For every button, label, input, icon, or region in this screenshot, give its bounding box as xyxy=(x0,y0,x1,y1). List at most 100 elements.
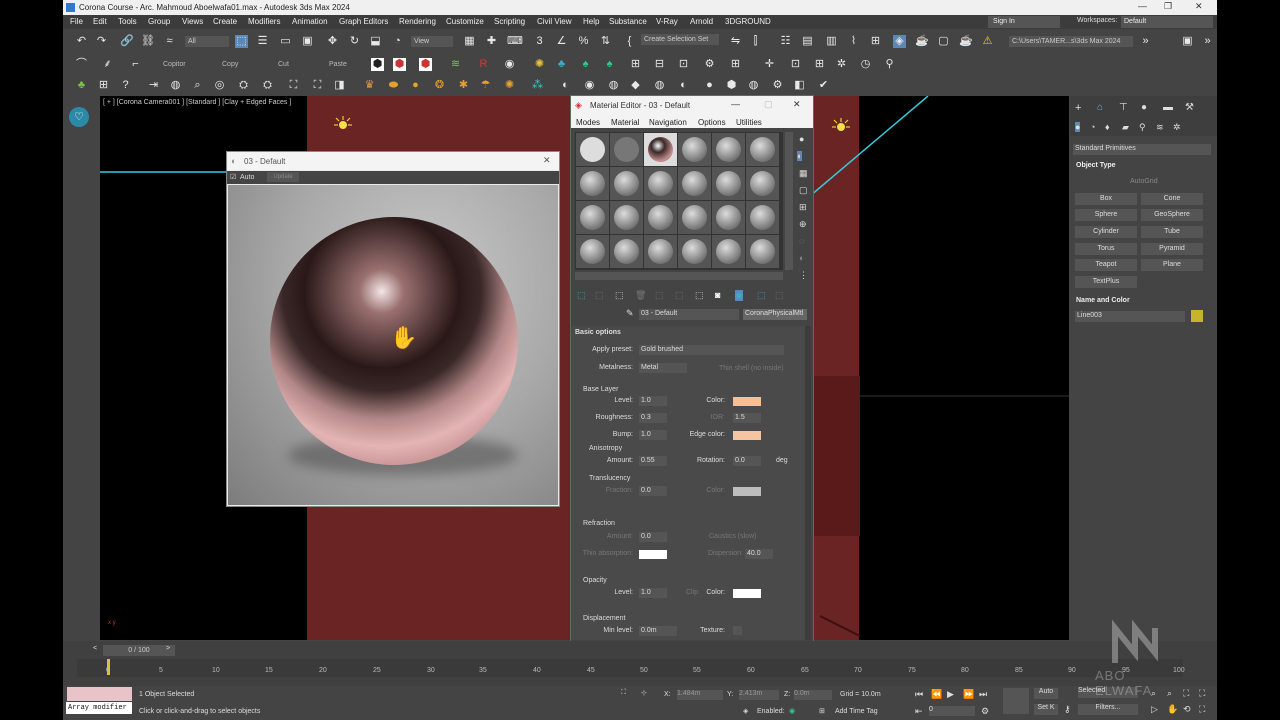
placement-icon[interactable]: ◔ xyxy=(391,35,404,48)
tool-e-icon[interactable]: ⌕ xyxy=(191,79,204,92)
lamp-icon[interactable]: ♛ xyxy=(363,79,376,92)
absolute-mode-icon[interactable]: ⊹ xyxy=(641,689,647,697)
clock-tool-icon[interactable]: ◷ xyxy=(859,58,872,71)
layer-tool-icon[interactable]: ≋ xyxy=(449,58,462,71)
maximize-viewport-icon[interactable]: ⛶ xyxy=(1199,704,1205,715)
show-end-result-icon[interactable]: ⬚ xyxy=(757,290,766,301)
pan-icon[interactable]: ✋ xyxy=(1167,704,1178,715)
grid-tool-4-icon[interactable]: ⊞ xyxy=(813,58,826,71)
material-slot[interactable] xyxy=(712,201,745,234)
lamp-5-icon[interactable]: ✱ xyxy=(457,79,470,92)
roughness-spinner[interactable]: 0.3 xyxy=(639,413,667,423)
workspaces-dropdown[interactable]: Default xyxy=(1121,16,1213,28)
menu-customize[interactable]: Customize xyxy=(446,17,484,26)
tool-w-icon[interactable]: ◧ xyxy=(793,79,806,92)
lights-icon[interactable]: ♦ xyxy=(1105,122,1110,132)
add-time-tag-button[interactable]: Add Time Tag xyxy=(835,708,878,715)
tool-d-icon[interactable]: ◍ xyxy=(169,79,182,92)
tool-icon[interactable]: ⸙ xyxy=(101,58,114,71)
material-preview-window[interactable]: ◐ 03 - Default ✕ ☑ Auto Update ✋ xyxy=(226,151,560,507)
tool-a-icon[interactable]: ♣ xyxy=(75,79,88,92)
object-color-swatch[interactable] xyxy=(1191,310,1203,322)
layer-explorer-icon[interactable]: ▤ xyxy=(801,35,814,48)
helpers-icon[interactable]: ⚲ xyxy=(1139,122,1146,133)
key-filters-button[interactable]: Filters... xyxy=(1078,704,1138,715)
params-scrollbar[interactable] xyxy=(805,326,811,640)
thin-absorption-swatch[interactable] xyxy=(639,550,667,559)
material-slot[interactable] xyxy=(576,167,609,200)
modify-tab-icon[interactable]: ⌂ xyxy=(1097,102,1103,113)
tool-g-icon[interactable]: ⛭ xyxy=(237,79,250,92)
material-slot[interactable] xyxy=(644,201,677,234)
menu-group[interactable]: Group xyxy=(148,17,170,26)
rb-tool-icon[interactable]: R xyxy=(477,58,490,71)
lamp-2-icon[interactable]: ⬬ xyxy=(387,79,400,92)
tool-c-icon[interactable]: ⇥ xyxy=(147,79,160,92)
me-menu-navigation[interactable]: Navigation xyxy=(649,118,687,127)
set-key-big-button[interactable] xyxy=(1003,688,1029,714)
tool-x-icon[interactable]: ✔ xyxy=(817,79,830,92)
ribbon-icon[interactable]: ▥ xyxy=(825,35,838,48)
project-path-dropdown[interactable]: C:\Users\TAMER...s\3ds Max 2024 xyxy=(1009,36,1133,47)
layout-tool-icon[interactable]: ⊞ xyxy=(729,58,742,71)
select-by-name-icon[interactable]: ☰ xyxy=(256,35,269,48)
trans-color-swatch[interactable] xyxy=(733,487,761,496)
viewport-nav-icon[interactable]: ♡ xyxy=(69,107,89,127)
box-button[interactable]: Box xyxy=(1075,193,1137,205)
motion-tab-icon[interactable]: ● xyxy=(1141,102,1147,113)
tool-b-icon[interactable]: ⊞ xyxy=(97,79,110,92)
video-check-icon[interactable]: ⊞ xyxy=(799,202,807,213)
minimize-button[interactable]: — xyxy=(1138,1,1147,11)
me-close-button[interactable]: ✕ xyxy=(793,99,801,110)
material-slot[interactable] xyxy=(576,201,609,234)
adaptive-degradation-icon[interactable]: ◈ xyxy=(743,707,748,715)
sample-type-icon[interactable]: ● xyxy=(799,134,804,144)
named-selection-dropdown[interactable]: Create Selection Set xyxy=(641,34,719,45)
tool-v-icon[interactable]: ⚙ xyxy=(771,79,784,92)
menu-help[interactable]: Help xyxy=(583,17,599,26)
menu-create[interactable]: Create xyxy=(213,17,237,26)
material-slot[interactable] xyxy=(678,133,711,166)
enabled-toggle-icon[interactable]: ◉ xyxy=(789,707,795,715)
me-menu-modes[interactable]: Modes xyxy=(576,118,600,127)
tool-k-icon[interactable]: ◨ xyxy=(333,79,346,92)
texture-slot[interactable] xyxy=(733,626,742,635)
close-button[interactable]: ✕ xyxy=(1195,1,1203,12)
viewport-label[interactable]: [ + ] [Corona Camera001 ] [Standard ] [C… xyxy=(103,99,291,106)
put-to-scene-icon[interactable]: ⬚ xyxy=(595,290,604,301)
lamp-4-icon[interactable]: ❂ xyxy=(433,79,446,92)
tool-r-icon[interactable]: ◐ xyxy=(677,79,690,92)
tool-q-icon[interactable]: ◍ xyxy=(653,79,666,92)
copitor-label[interactable]: Copitor xyxy=(163,61,186,68)
go-to-end-icon[interactable]: ⏭ xyxy=(979,689,987,700)
spacewarps-icon[interactable]: ≋ xyxy=(1156,122,1164,133)
material-slot[interactable] xyxy=(746,201,779,234)
tool-l-icon[interactable]: ⁂ xyxy=(531,79,544,92)
script-tool-icon[interactable]: ⬢ xyxy=(371,58,384,71)
rotate-icon[interactable]: ↻ xyxy=(348,35,361,48)
amount-spinner[interactable]: 0.55 xyxy=(639,456,667,466)
slider-next-icon[interactable]: > xyxy=(166,645,170,652)
bump-spinner[interactable]: 1.0 xyxy=(639,430,667,440)
menu-tools[interactable]: Tools xyxy=(118,17,137,26)
unlink-icon[interactable]: ⛓ xyxy=(141,35,155,48)
maxscript-listener[interactable] xyxy=(67,687,132,701)
material-slot[interactable] xyxy=(678,201,711,234)
expand-toolbar-icon[interactable]: » xyxy=(1139,35,1152,48)
next-frame-icon[interactable]: ⏩ xyxy=(963,689,974,700)
copy-material-icon[interactable]: ⬚ xyxy=(655,290,664,301)
light-tool-icon[interactable]: ✺ xyxy=(533,58,546,71)
lamp-7-icon[interactable]: ✺ xyxy=(503,79,516,92)
options-icon[interactable]: ◌ xyxy=(799,236,804,246)
time-config-icon[interactable]: ⚙ xyxy=(981,706,989,717)
more-icon[interactable]: » xyxy=(1201,35,1214,48)
select-manipulate-icon[interactable]: ✚ xyxy=(485,35,498,48)
fraction-spinner[interactable]: 0.0 xyxy=(639,486,667,496)
material-type-button[interactable]: CoronaPhysicalMtl xyxy=(743,309,807,320)
tool-t-icon[interactable]: ⬢ xyxy=(725,79,738,92)
cut-label[interactable]: Cut xyxy=(278,61,289,68)
tool-s-icon[interactable]: ● xyxy=(703,79,716,92)
tool-j-icon[interactable]: ⛶ xyxy=(311,79,324,92)
grid-tool-icon[interactable]: ⊞ xyxy=(629,58,642,71)
material-slot[interactable] xyxy=(712,133,745,166)
